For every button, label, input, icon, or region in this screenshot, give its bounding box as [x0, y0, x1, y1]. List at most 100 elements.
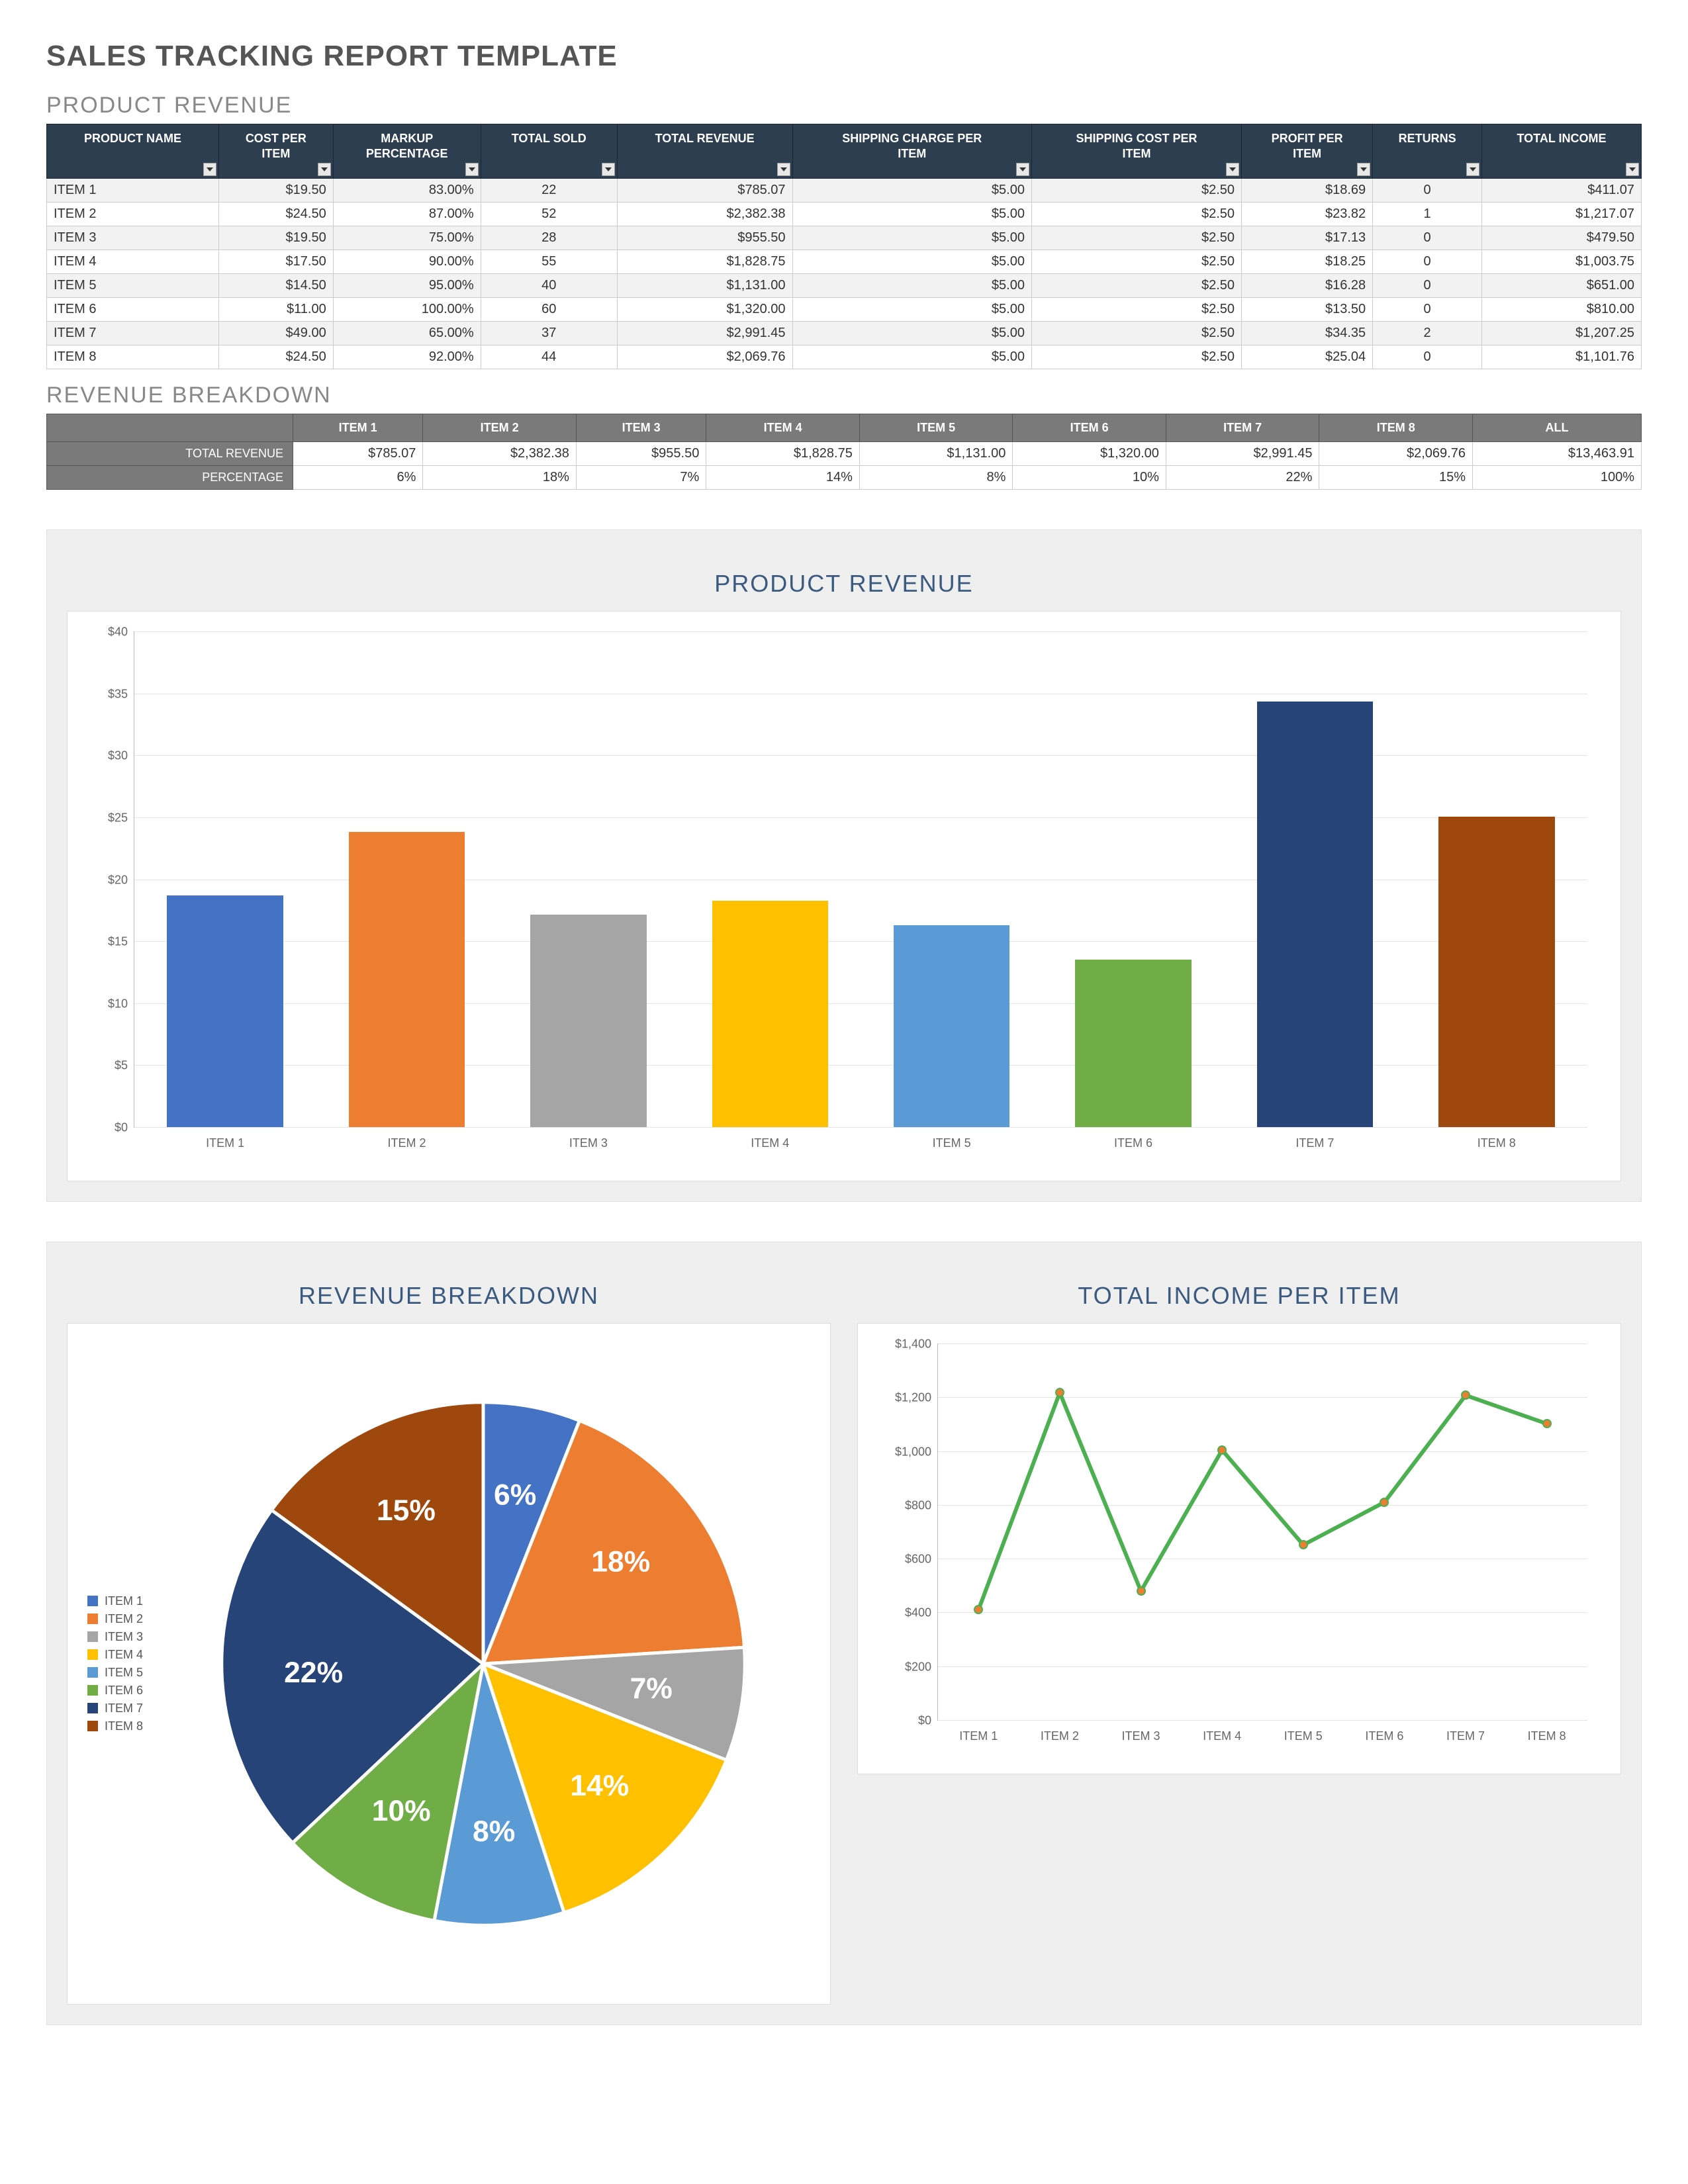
table-cell: $2.50: [1031, 274, 1241, 298]
legend-swatch-icon: [87, 1703, 98, 1713]
bar: ITEM 5: [894, 925, 1010, 1127]
table-cell: 18%: [423, 466, 577, 490]
table-cell: $16.28: [1242, 274, 1373, 298]
table-row: TOTAL REVENUE$785.07$2,382.38$955.50$1,8…: [47, 442, 1642, 466]
table-cell: 87.00%: [333, 203, 481, 226]
bar-rect: [1438, 817, 1555, 1127]
table-cell: $5.00: [792, 179, 1031, 203]
table-cell: ITEM 8: [47, 345, 219, 369]
table-cell: $785.07: [617, 179, 792, 203]
table-cell: ITEM 7: [47, 322, 219, 345]
table-cell: $1,003.75: [1482, 250, 1642, 274]
column-header: RETURNS: [1373, 124, 1482, 179]
page-title: SALES TRACKING REPORT TEMPLATE: [46, 40, 1642, 73]
legend-item: ITEM 4: [87, 1648, 143, 1662]
bar: ITEM 8: [1438, 817, 1555, 1127]
filter-dropdown-icon[interactable]: [777, 163, 790, 176]
x-axis-tick-label: ITEM 7: [1295, 1136, 1334, 1150]
y-axis-tick-label: $30: [88, 749, 128, 763]
table-cell: $1,101.76: [1482, 345, 1642, 369]
table-row: ITEM 2$24.5087.00%52$2,382.38$5.00$2.50$…: [47, 203, 1642, 226]
table-cell: $785.07: [293, 442, 422, 466]
column-header: [47, 414, 293, 442]
filter-dropdown-icon[interactable]: [1357, 163, 1370, 176]
y-axis-tick-label: $20: [88, 873, 128, 887]
table-cell: $2,991.45: [617, 322, 792, 345]
filter-dropdown-icon[interactable]: [318, 163, 331, 176]
bar: ITEM 3: [530, 915, 647, 1127]
y-axis-tick-label: $35: [88, 687, 128, 701]
table-cell: $2.50: [1031, 322, 1241, 345]
bar-rect: [894, 925, 1010, 1127]
table-cell: $1,217.07: [1482, 203, 1642, 226]
table-cell: $49.00: [218, 322, 333, 345]
table-cell: 37: [481, 322, 617, 345]
y-axis-tick-label: $1,200: [878, 1391, 931, 1405]
table-cell: $2,069.76: [1319, 442, 1473, 466]
legend-item: ITEM 5: [87, 1666, 143, 1680]
x-axis-tick-label: ITEM 2: [388, 1136, 426, 1150]
table-cell: $13.50: [1242, 298, 1373, 322]
filter-dropdown-icon[interactable]: [1016, 163, 1029, 176]
column-header: PRODUCT NAME: [47, 124, 219, 179]
x-axis-tick-label: ITEM 3: [569, 1136, 608, 1150]
table-cell: 2: [1373, 322, 1482, 345]
section-title-revenue-breakdown: REVENUE BREAKDOWN: [46, 383, 1642, 408]
table-row: ITEM 7$49.0065.00%37$2,991.45$5.00$2.50$…: [47, 322, 1642, 345]
column-header: COST PERITEM: [218, 124, 333, 179]
pie-slice-label: 6%: [494, 1479, 536, 1511]
bar-rect: [1257, 702, 1374, 1127]
filter-dropdown-icon[interactable]: [602, 163, 615, 176]
filter-dropdown-icon[interactable]: [465, 163, 479, 176]
table-row: ITEM 5$14.5095.00%40$1,131.00$5.00$2.50$…: [47, 274, 1642, 298]
table-cell: $17.13: [1242, 226, 1373, 250]
bar: ITEM 4: [712, 901, 829, 1127]
pie-slice-label: 22%: [284, 1657, 343, 1689]
bar: ITEM 1: [167, 895, 283, 1127]
table-cell: 60: [481, 298, 617, 322]
filter-dropdown-icon[interactable]: [203, 163, 216, 176]
table-cell: $11.00: [218, 298, 333, 322]
table-cell: 92.00%: [333, 345, 481, 369]
table-cell: $18.69: [1242, 179, 1373, 203]
line-chart-title: TOTAL INCOME PER ITEM: [857, 1282, 1621, 1310]
table-cell: 0: [1373, 226, 1482, 250]
table-cell: $17.50: [218, 250, 333, 274]
table-cell: $1,828.75: [617, 250, 792, 274]
table-cell: ITEM 4: [47, 250, 219, 274]
filter-dropdown-icon[interactable]: [1466, 163, 1479, 176]
table-cell: 75.00%: [333, 226, 481, 250]
table-cell: $651.00: [1482, 274, 1642, 298]
table-cell: ITEM 1: [47, 179, 219, 203]
table-cell: $5.00: [792, 345, 1031, 369]
table-cell: 0: [1373, 298, 1482, 322]
pie-slice-label: 14%: [570, 1770, 629, 1802]
x-axis-tick-label: ITEM 3: [1122, 1729, 1160, 1743]
x-axis-tick-label: ITEM 8: [1477, 1136, 1516, 1150]
column-header: ITEM 1: [293, 414, 422, 442]
table-cell: ITEM 3: [47, 226, 219, 250]
legend-swatch-icon: [87, 1614, 98, 1624]
filter-dropdown-icon[interactable]: [1626, 163, 1639, 176]
legend-item: ITEM 8: [87, 1719, 143, 1733]
pie-slice-label: 7%: [630, 1672, 673, 1705]
table-row: ITEM 8$24.5092.00%44$2,069.76$5.00$2.50$…: [47, 345, 1642, 369]
legend-label: ITEM 2: [105, 1612, 143, 1626]
table-cell: $2,382.38: [423, 442, 577, 466]
table-cell: $5.00: [792, 274, 1031, 298]
x-axis-tick-label: ITEM 6: [1114, 1136, 1152, 1150]
table-cell: $955.50: [617, 226, 792, 250]
table-row: PERCENTAGE6%18%7%14%8%10%22%15%100%: [47, 466, 1642, 490]
column-header: TOTAL REVENUE: [617, 124, 792, 179]
column-header: ITEM 3: [576, 414, 706, 442]
x-axis-tick-label: ITEM 1: [959, 1729, 998, 1743]
x-axis-tick-label: ITEM 5: [1284, 1729, 1323, 1743]
table-cell: $2.50: [1031, 226, 1241, 250]
legend-label: ITEM 6: [105, 1684, 143, 1698]
table-cell: 22: [481, 179, 617, 203]
y-axis-tick-label: $15: [88, 935, 128, 949]
table-cell: $5.00: [792, 226, 1031, 250]
table-cell: $2.50: [1031, 250, 1241, 274]
table-cell: $411.07: [1482, 179, 1642, 203]
filter-dropdown-icon[interactable]: [1226, 163, 1239, 176]
